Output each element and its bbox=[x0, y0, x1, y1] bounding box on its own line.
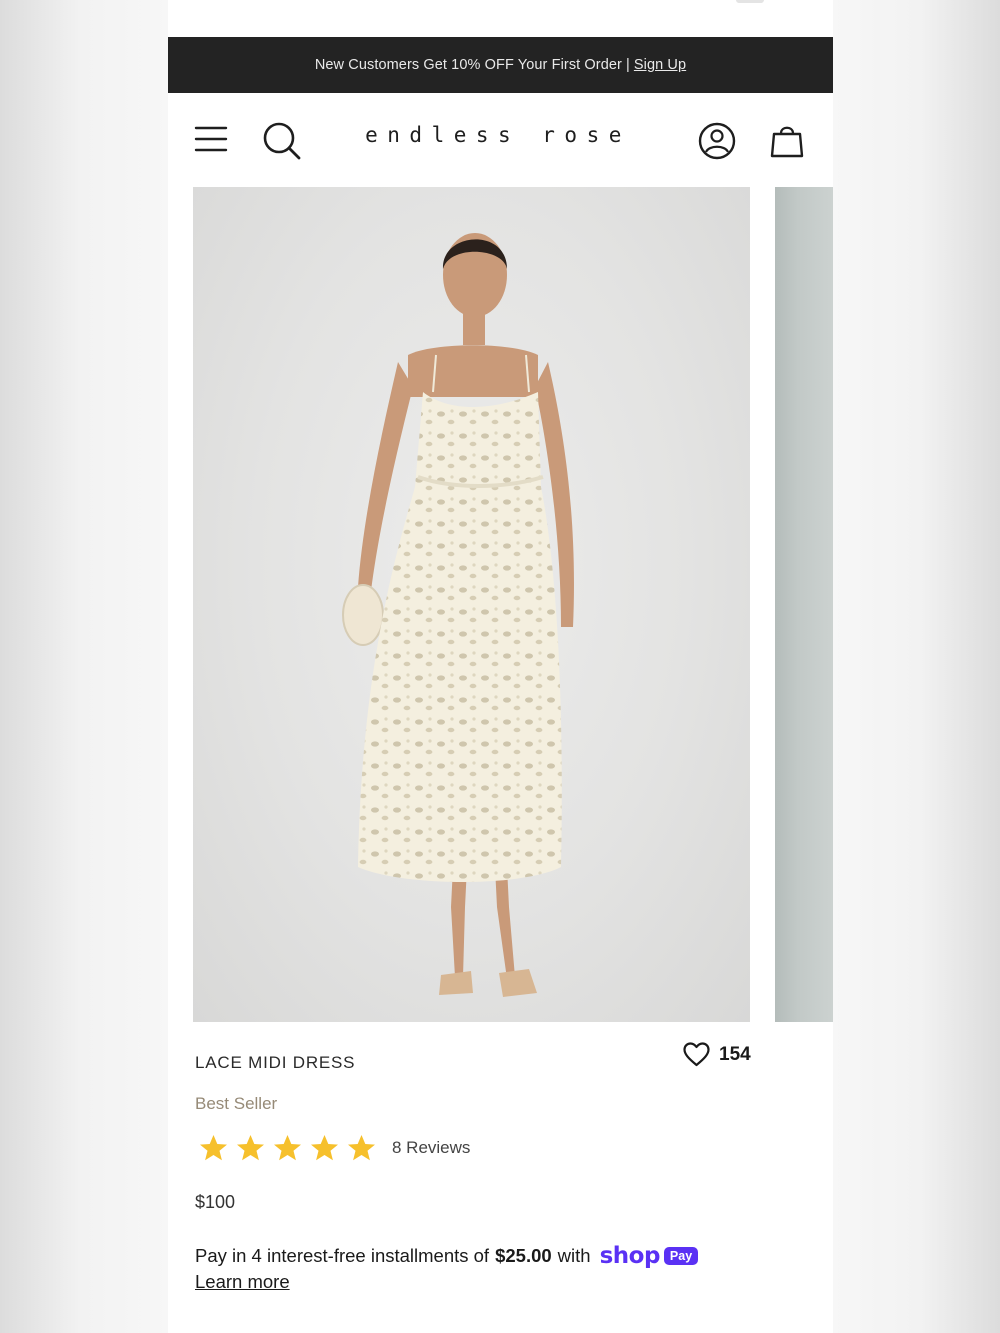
installments-prefix: Pay in 4 interest-free installments of bbox=[195, 1245, 490, 1266]
cart-icon[interactable] bbox=[766, 119, 808, 161]
star-icon bbox=[200, 1135, 227, 1161]
phone-screen: New Customers Get 10% OFF Your First Ord… bbox=[168, 0, 833, 1333]
announcement-separator: | bbox=[626, 57, 630, 73]
status-strip bbox=[168, 0, 833, 37]
wishlist-button[interactable]: 154 bbox=[683, 1042, 751, 1067]
heart-icon bbox=[683, 1042, 710, 1067]
shop-pay-logo: shop bbox=[599, 1243, 661, 1269]
installment-amount: $25.00 bbox=[495, 1245, 552, 1266]
star-icon bbox=[237, 1135, 264, 1161]
installments-suffix: with bbox=[557, 1245, 591, 1266]
product-image[interactable] bbox=[193, 187, 750, 1022]
shop-pay-pill: Pay bbox=[663, 1247, 699, 1265]
star-icon bbox=[274, 1135, 301, 1161]
search-icon[interactable] bbox=[260, 119, 304, 163]
announcement-bar: New Customers Get 10% OFF Your First Ord… bbox=[168, 37, 833, 93]
installments-message: Pay in 4 interest-free installments of $… bbox=[195, 1243, 699, 1269]
wishlist-count: 154 bbox=[719, 1043, 751, 1065]
rating-row[interactable]: 8 Reviews bbox=[195, 1133, 470, 1163]
menu-icon[interactable] bbox=[192, 123, 230, 155]
product-title[interactable]: LACE MIDI DRESS bbox=[195, 1053, 355, 1073]
announcement-text: New Customers Get 10% OFF Your First Ord… bbox=[314, 57, 622, 73]
account-icon[interactable] bbox=[696, 120, 738, 162]
best-seller-badge: Best Seller bbox=[195, 1094, 278, 1113]
learn-more-link[interactable]: Learn more bbox=[195, 1271, 290, 1293]
brand-logo[interactable]: endless rose bbox=[348, 123, 648, 147]
model-in-lace-dress-illustration bbox=[342, 233, 574, 997]
star-icon bbox=[311, 1135, 338, 1161]
sign-up-link[interactable]: Sign Up bbox=[634, 57, 686, 73]
product-price: $100 bbox=[195, 1192, 236, 1212]
site-header: endless rose bbox=[168, 93, 833, 187]
next-product-image-peek[interactable] bbox=[775, 187, 833, 1022]
reviews-link[interactable]: 8 Reviews bbox=[392, 1138, 470, 1158]
star-icon bbox=[348, 1135, 375, 1161]
